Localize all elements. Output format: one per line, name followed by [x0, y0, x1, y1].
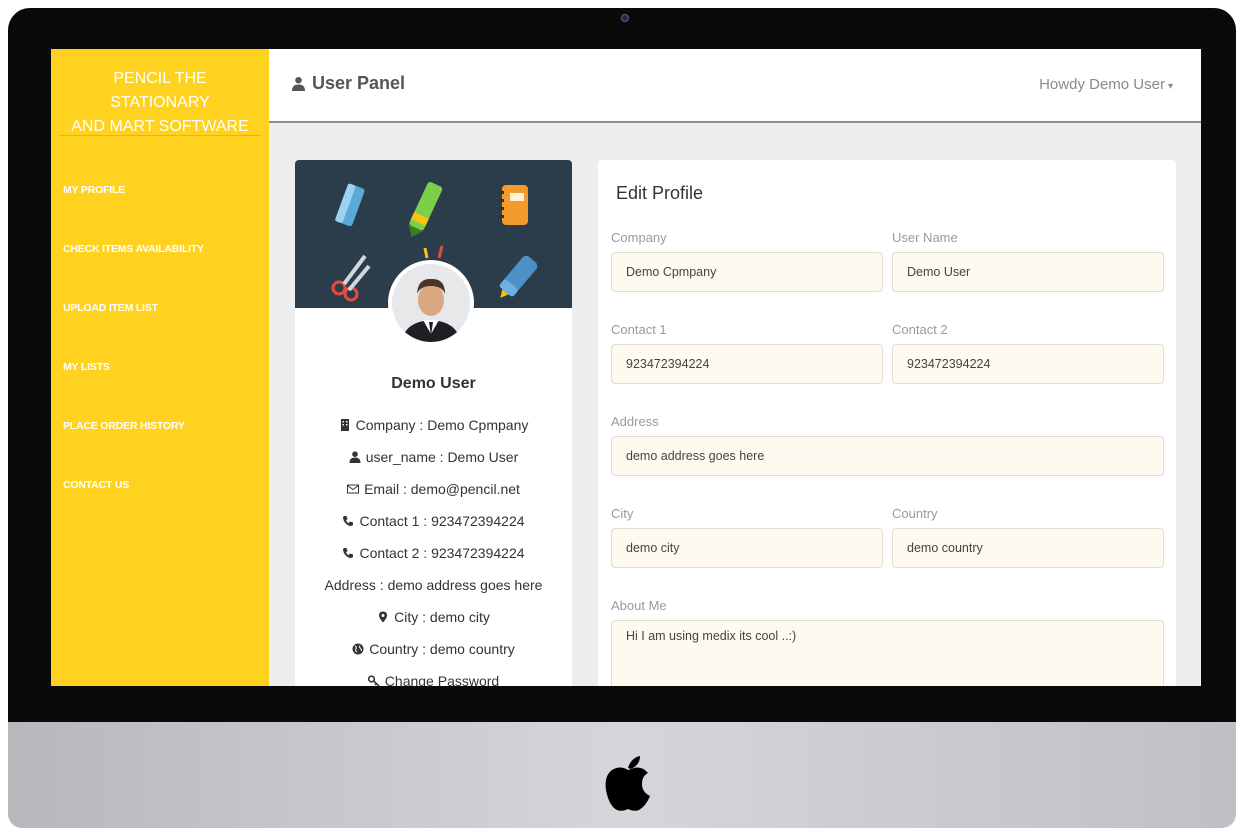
page-title: User Panel	[291, 73, 405, 94]
envelope-icon	[347, 484, 360, 494]
profile-username: user_name : Demo User	[365, 449, 519, 465]
profile-city-row: City : demo city	[295, 606, 572, 638]
profile-name: Demo User	[391, 375, 476, 392]
profile-company-row: Company : Demo Cpmpany	[295, 414, 572, 446]
about-label: About Me	[611, 598, 667, 613]
key-icon	[367, 675, 380, 686]
avatar	[388, 260, 474, 346]
contact2-input[interactable]: 923472394224	[892, 344, 1164, 384]
map-marker-icon	[379, 611, 388, 623]
city-input[interactable]: demo city	[611, 528, 883, 568]
sidebar-item-upload-item-list[interactable]: UPLOAD ITEM LIST	[51, 278, 269, 337]
about-textarea[interactable]: Hi I am using medix its cool ..:)	[611, 620, 1164, 686]
brand-line-2: AND MART SOFTWARE	[71, 118, 249, 135]
caret-down-icon: ▾	[1167, 81, 1173, 92]
profile-contact2-row: Contact 2 : 923472394224	[295, 542, 572, 574]
phone-icon	[343, 548, 354, 558]
user-icon	[291, 76, 306, 91]
globe-icon	[352, 643, 364, 655]
company-label: Company	[611, 230, 667, 245]
country-label: Country	[892, 506, 938, 521]
username-input[interactable]: Demo User	[892, 252, 1164, 292]
brand-title[interactable]: PENCIL THE STATIONARY AND MART SOFTWARE	[59, 49, 261, 136]
camera-icon	[621, 14, 629, 22]
profile-country-row: Country : demo country	[295, 638, 572, 670]
sidebar-nav: MY PROFILE CHECK ITEMS AVAILABILITY UPLO…	[51, 160, 269, 514]
app-screen: PENCIL THE STATIONARY AND MART SOFTWARE …	[51, 49, 1201, 686]
address-input[interactable]: demo address goes here	[611, 436, 1164, 476]
profile-contact2: Contact 2 : 923472394224	[359, 545, 525, 561]
country-input[interactable]: demo country	[892, 528, 1164, 568]
user-menu-dropdown[interactable]: Howdy Demo User ▾	[1039, 76, 1173, 93]
contact1-input[interactable]: 923472394224	[611, 344, 883, 384]
profile-info-list: Company : Demo Cpmpany user_name : Demo …	[295, 414, 572, 686]
user-icon	[349, 451, 361, 463]
top-bar: User Panel Howdy Demo User ▾	[269, 49, 1201, 123]
building-icon	[340, 419, 349, 431]
profile-address-row: Address : demo address goes here	[295, 574, 572, 606]
monitor-chin	[8, 722, 1236, 828]
city-label: City	[611, 506, 634, 521]
sidebar: PENCIL THE STATIONARY AND MART SOFTWARE …	[51, 49, 269, 686]
profile-email-row: Email : demo@pencil.net	[295, 478, 572, 510]
edit-profile-title: Edit Profile	[616, 183, 704, 203]
address-label: Address	[611, 414, 659, 429]
sidebar-item-my-profile[interactable]: MY PROFILE	[51, 160, 269, 219]
sidebar-item-contact-us[interactable]: CONTACT US	[51, 455, 269, 514]
edit-profile-card: Edit Profile Company Demo Cpmpany User N…	[598, 160, 1176, 686]
profile-contact1: Contact 1 : 923472394224	[359, 513, 525, 529]
contact1-label: Contact 1	[611, 322, 667, 337]
profile-address: Address : demo address goes here	[324, 577, 543, 593]
profile-email: Email : demo@pencil.net	[364, 481, 520, 497]
phone-icon	[343, 516, 354, 526]
profile-city: City : demo city	[394, 609, 490, 625]
change-password-label: Change Password	[384, 673, 500, 686]
sidebar-item-my-lists[interactable]: MY LISTS	[51, 337, 269, 396]
profile-company: Company : Demo Cpmpany	[355, 417, 529, 433]
apple-logo-icon	[605, 756, 650, 811]
username-label: User Name	[892, 230, 958, 245]
page-title-text: User Panel	[312, 73, 406, 93]
brand-line-1: PENCIL THE STATIONARY	[110, 70, 210, 111]
profile-country: Country : demo country	[369, 641, 515, 657]
sidebar-item-check-items-availability[interactable]: CHECK ITEMS AVAILABILITY	[51, 219, 269, 278]
monitor-frame: PENCIL THE STATIONARY AND MART SOFTWARE …	[8, 8, 1236, 828]
contact2-label: Contact 2	[892, 322, 948, 337]
sidebar-item-place-order-history[interactable]: PLACE ORDER HISTORY	[51, 396, 269, 455]
profile-contact1-row: Contact 1 : 923472394224	[295, 510, 572, 542]
change-password-link[interactable]: Change Password	[295, 670, 572, 686]
user-menu-label: Howdy Demo User	[1039, 76, 1165, 93]
monitor-bezel: PENCIL THE STATIONARY AND MART SOFTWARE …	[8, 8, 1236, 722]
profile-username-row: user_name : Demo User	[295, 446, 572, 478]
profile-card: Demo User Company : Demo Cpmpany user_na…	[295, 160, 572, 686]
company-input[interactable]: Demo Cpmpany	[611, 252, 883, 292]
